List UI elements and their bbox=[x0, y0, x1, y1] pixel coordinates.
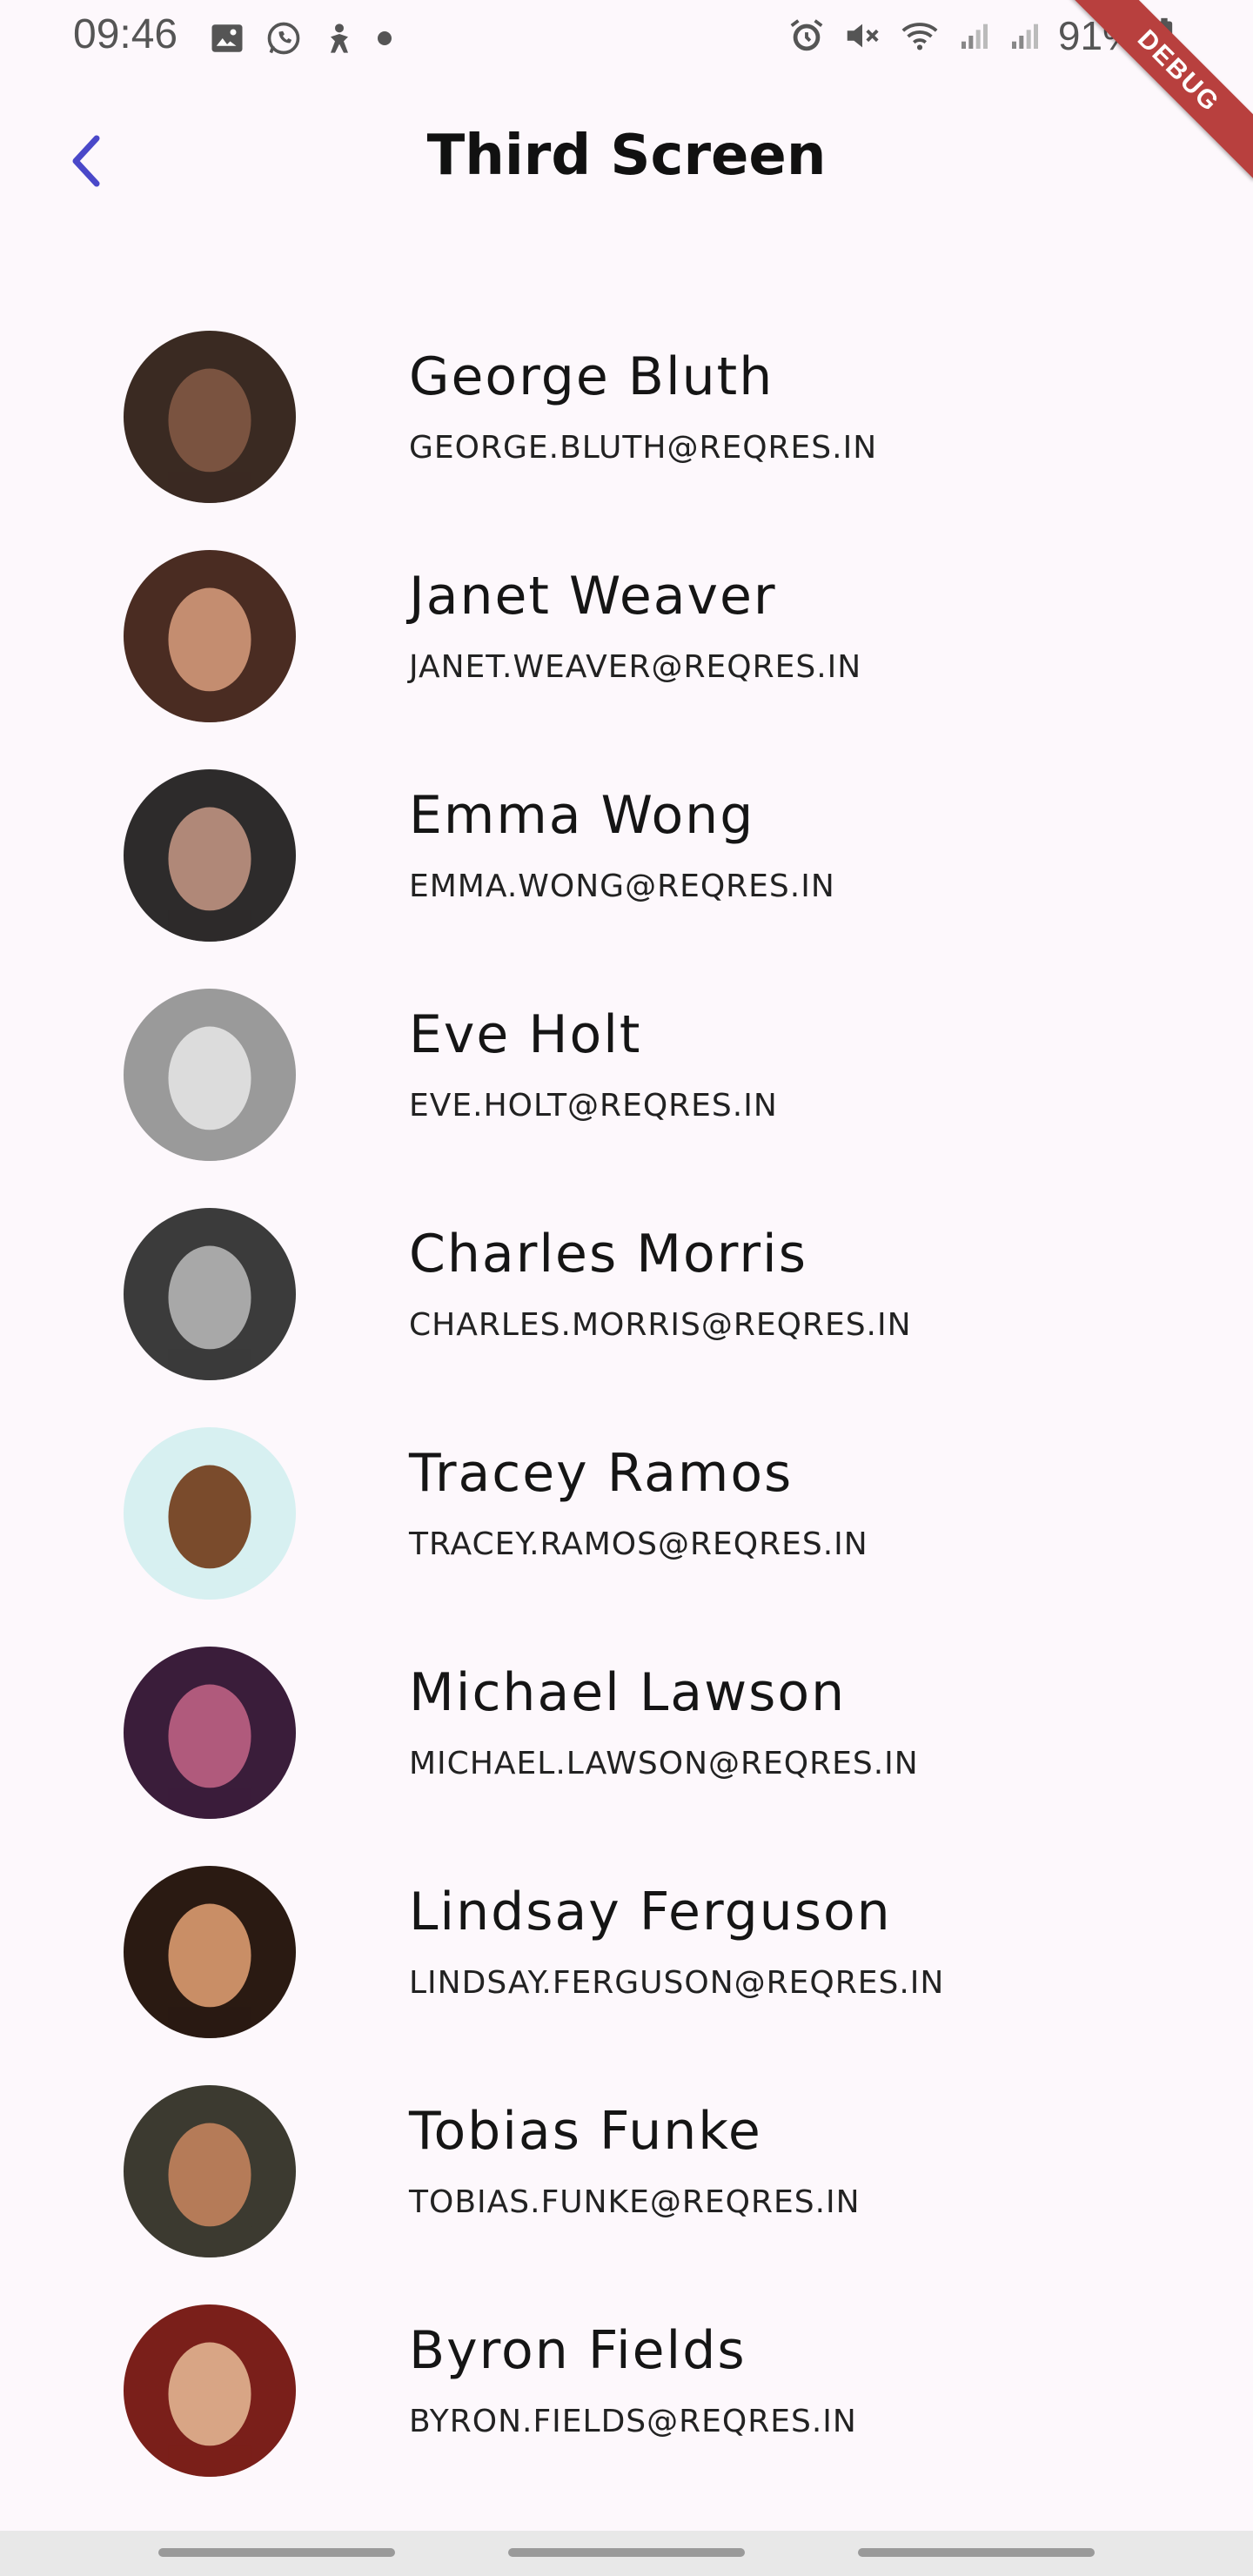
list-item[interactable]: George Bluth GEORGE.BLUTH@REQRES.IN bbox=[0, 322, 1253, 541]
status-left-icons bbox=[209, 19, 393, 57]
avatar bbox=[124, 989, 296, 1161]
avatar-image bbox=[124, 550, 296, 722]
navigation-bar bbox=[0, 2531, 1253, 2576]
avatar-image bbox=[124, 1427, 296, 1600]
user-email: CHARLES.MORRIS@REQRES.IN bbox=[409, 1307, 912, 1343]
avatar-image bbox=[124, 2304, 296, 2477]
user-name: Charles Morris bbox=[409, 1224, 807, 1285]
user-name: Tracey Ramos bbox=[409, 1443, 794, 1504]
list-item[interactable]: Janet Weaver JANET.WEAVER@REQRES.IN bbox=[0, 541, 1253, 761]
user-email: MICHAEL.LAWSON@REQRES.IN bbox=[409, 1746, 919, 1781]
wifi-icon bbox=[901, 23, 938, 50]
user-name: Byron Fields bbox=[409, 2320, 747, 2381]
list-item[interactable]: Byron Fields BYRON.FIELDS@REQRES.IN bbox=[0, 2296, 1253, 2515]
list-item[interactable]: Lindsay Ferguson LINDSAY.FERGUSON@REQRES.… bbox=[0, 1857, 1253, 2076]
list-item[interactable]: Tracey Ramos TRACEY.RAMOS@REQRES.IN bbox=[0, 1419, 1253, 1638]
user-name: Eve Holt bbox=[409, 1004, 642, 1065]
list-item[interactable]: Eve Holt EVE.HOLT@REQRES.IN bbox=[0, 980, 1253, 1199]
user-email: BYRON.FIELDS@REQRES.IN bbox=[409, 2404, 857, 2439]
avatar bbox=[124, 1647, 296, 1819]
figure-icon bbox=[331, 23, 348, 53]
nav-pill[interactable] bbox=[508, 2548, 745, 2557]
nav-pill[interactable] bbox=[158, 2548, 395, 2557]
user-email: EMMA.WONG@REQRES.IN bbox=[409, 869, 835, 904]
user-list: George Bluth GEORGE.BLUTH@REQRES.IN Janet … bbox=[0, 322, 1253, 2515]
list-item[interactable]: Charles Morris CHARLES.MORRIS@REQRES.IN bbox=[0, 1199, 1253, 1419]
avatar-image bbox=[124, 989, 296, 1161]
avatar-image bbox=[124, 1647, 296, 1819]
user-email: EVE.HOLT@REQRES.IN bbox=[409, 1088, 778, 1124]
avatar bbox=[124, 2304, 296, 2477]
user-email: TOBIAS.FUNKE@REQRES.IN bbox=[409, 2184, 861, 2220]
avatar bbox=[124, 769, 296, 942]
user-name: Emma Wong bbox=[409, 785, 755, 846]
user-email: GEORGE.BLUTH@REQRES.IN bbox=[409, 430, 878, 466]
user-email: LINDSAY.FERGUSON@REQRES.IN bbox=[409, 1965, 945, 2001]
user-name: Janet Weaver bbox=[409, 566, 777, 627]
signal-icon bbox=[1011, 23, 1038, 49]
avatar-image bbox=[124, 331, 296, 503]
image-icon bbox=[211, 24, 243, 52]
avatar bbox=[124, 1427, 296, 1600]
avatar-image bbox=[124, 1866, 296, 2038]
mute-icon bbox=[847, 23, 879, 48]
list-item[interactable]: Emma Wong EMMA.WONG@REQRES.IN bbox=[0, 761, 1253, 980]
user-name: Michael Lawson bbox=[409, 1662, 847, 1723]
status-time: 09:46 bbox=[73, 11, 178, 57]
app-bar: Third Screen bbox=[0, 104, 1253, 218]
user-email: JANET.WEAVER@REQRES.IN bbox=[409, 649, 862, 685]
screen: 09:46 91% DEBUG Third Screen George Blut… bbox=[0, 0, 1253, 2576]
user-name: George Bluth bbox=[409, 346, 774, 407]
list-item[interactable]: Michael Lawson MICHAEL.LAWSON@REQRES.IN bbox=[0, 1638, 1253, 1857]
avatar bbox=[124, 2085, 296, 2257]
user-name: Lindsay Ferguson bbox=[409, 1882, 892, 1942]
whatsapp-icon bbox=[267, 22, 300, 55]
dot-icon bbox=[378, 31, 392, 45]
signal-icon bbox=[961, 23, 988, 49]
avatar bbox=[124, 1866, 296, 2038]
nav-pill[interactable] bbox=[858, 2548, 1095, 2557]
avatar bbox=[124, 331, 296, 503]
user-email: TRACEY.RAMOS@REQRES.IN bbox=[409, 1526, 868, 1562]
avatar bbox=[124, 1208, 296, 1380]
status-bar: 09:46 91% bbox=[0, 0, 1253, 75]
user-name: Tobias Funke bbox=[409, 2101, 762, 2162]
avatar bbox=[124, 550, 296, 722]
avatar-image bbox=[124, 769, 296, 942]
avatar-image bbox=[124, 2085, 296, 2257]
alarm-icon bbox=[790, 19, 823, 51]
page-title: Third Screen bbox=[426, 124, 827, 188]
list-item[interactable]: Tobias Funke TOBIAS.FUNKE@REQRES.IN bbox=[0, 2076, 1253, 2296]
avatar-image bbox=[124, 1208, 296, 1380]
